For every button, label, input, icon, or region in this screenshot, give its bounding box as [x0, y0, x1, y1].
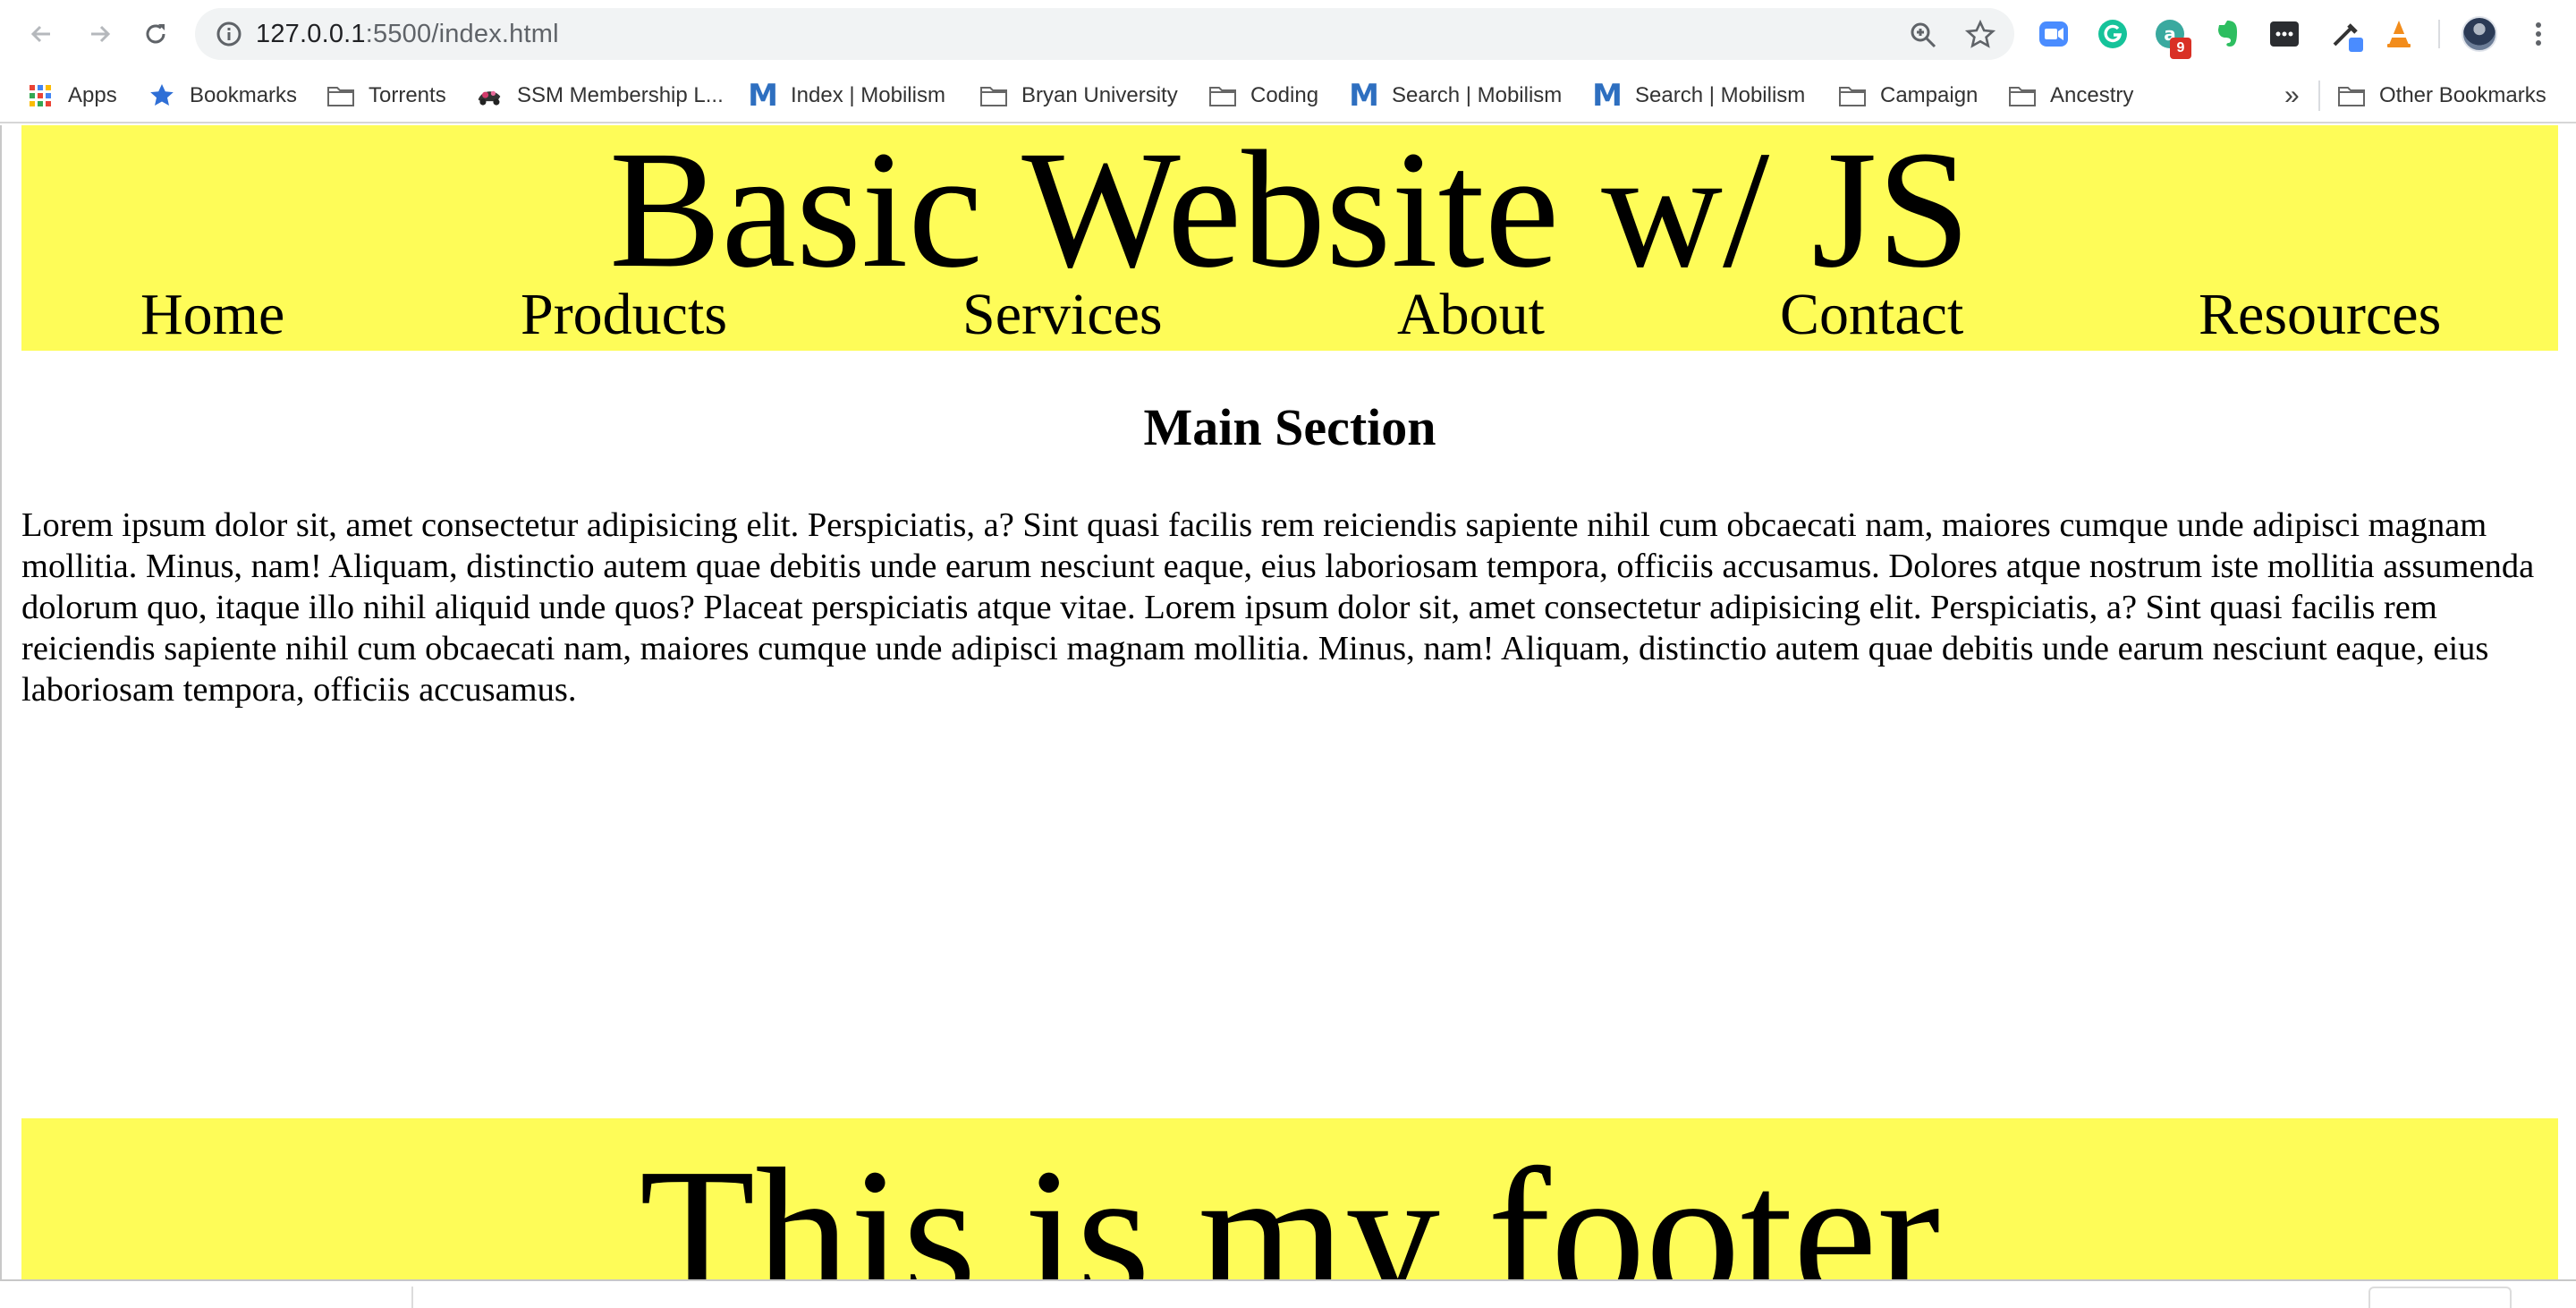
bookmark-star-icon[interactable]: [1964, 19, 1996, 51]
bookmark-label: Torrents: [369, 83, 446, 107]
bookmark-label: Coding: [1250, 83, 1319, 107]
site-title: Basic Website w/ JS: [609, 115, 1970, 302]
footer-text: This is my footer: [639, 1129, 1941, 1288]
status-divider: [411, 1287, 413, 1308]
nav-contact-link[interactable]: Contact: [1780, 281, 1963, 349]
mobilism-icon: M: [1592, 78, 1623, 114]
profile-avatar[interactable]: [2462, 16, 2497, 52]
folder-icon: [1839, 82, 1866, 109]
reload-icon[interactable]: [138, 16, 174, 52]
nav-products-link[interactable]: Products: [521, 281, 727, 349]
main-section-text: Lorem ipsum dolor sit, amet consectetur …: [21, 506, 2535, 709]
nav-home-link[interactable]: Home: [140, 281, 284, 349]
folder-icon: [1209, 82, 1236, 109]
bookmark-campaign[interactable]: Campaign: [1839, 70, 1978, 122]
main-section-heading: Main Section: [1143, 398, 1436, 456]
bookmark-label: Ancestry: [2050, 83, 2134, 107]
menu-icon[interactable]: [2521, 16, 2556, 52]
vlc-icon[interactable]: [2383, 18, 2415, 50]
bookmark-label: SSM Membership L...: [517, 83, 724, 107]
grammarly-icon[interactable]: [2097, 18, 2129, 50]
bookmark-index-mobilism[interactable]: M Index | Mobilism: [748, 70, 945, 122]
folder-icon: [327, 82, 354, 109]
toolbar-separator: [2438, 20, 2440, 48]
mobilism-icon: M: [748, 78, 778, 114]
folder-icon: [2338, 82, 2365, 109]
zoom-meeting-icon[interactable]: [2038, 18, 2070, 50]
bookmarks-separator: [2318, 81, 2320, 111]
evernote-icon[interactable]: [2211, 18, 2243, 50]
address-bar[interactable]: 127.0.0.1:5500/index.html: [195, 8, 2014, 60]
bookmarks-overflow-icon[interactable]: »: [2284, 70, 2300, 122]
bookmark-ancestry[interactable]: Ancestry: [2009, 70, 2133, 122]
bookmark-label: Bookmarks: [190, 83, 298, 107]
forward-icon[interactable]: [82, 16, 118, 52]
extension-badge: 9: [2170, 38, 2191, 59]
browser-toolbar: 127.0.0.1:5500/index.html a 9: [0, 0, 2576, 70]
site-icon: [476, 82, 503, 109]
zoom-icon[interactable]: [1907, 19, 1939, 51]
site-nav: Home Products Services About Contact Res…: [21, 281, 2558, 349]
bookmark-apps[interactable]: Apps: [27, 70, 117, 122]
nav-resources-link[interactable]: Resources: [2199, 281, 2441, 349]
bookmark-label: Other Bookmarks: [2379, 83, 2546, 107]
site-footer: This is my footer: [21, 1118, 2558, 1288]
site-header: Basic Website w/ JS Home Products Servic…: [21, 120, 2558, 351]
folder-icon: [980, 82, 1007, 109]
bookmark-search-mobilism[interactable]: M Search | Mobilism: [1349, 70, 1563, 122]
nav-services-link[interactable]: Services: [962, 281, 1163, 349]
bookmark-coding[interactable]: Coding: [1209, 70, 1318, 122]
status-panel: [2368, 1287, 2512, 1308]
status-bar: [0, 1279, 2576, 1308]
page-viewport: Basic Website w/ JS Home Products Servic…: [0, 120, 2576, 1288]
bookmark-bryan-university[interactable]: Bryan University: [980, 70, 1178, 122]
bookmark-label: Index | Mobilism: [791, 83, 945, 107]
bookmark-label: Search | Mobilism: [1635, 83, 1806, 107]
url-text[interactable]: 127.0.0.1:5500/index.html: [256, 8, 559, 60]
apps-grid-icon: [27, 82, 54, 109]
bookmark-label: Bryan University: [1021, 83, 1178, 107]
bookmark-ssm-membership[interactable]: SSM Membership L...: [476, 70, 724, 122]
bookmark-torrents[interactable]: Torrents: [327, 70, 446, 122]
bookmark-other-bookmarks[interactable]: Other Bookmarks: [2338, 70, 2546, 122]
mobilism-icon: M: [1349, 78, 1379, 114]
bookmark-label: Search | Mobilism: [1392, 83, 1563, 107]
more-extension-icon[interactable]: [2268, 18, 2301, 50]
bookmark-label: Campaign: [1880, 83, 1979, 107]
folder-icon: [2009, 82, 2036, 109]
eyedropper-icon[interactable]: [2329, 18, 2363, 52]
star-icon: [148, 82, 175, 109]
back-icon[interactable]: [23, 16, 59, 52]
nav-about-link[interactable]: About: [1397, 281, 1545, 349]
bookmark-bookmarks[interactable]: Bookmarks: [148, 70, 297, 122]
site-info-icon[interactable]: [213, 18, 245, 50]
bookmark-label: Apps: [68, 83, 117, 107]
bookmark-search-mobilism-2[interactable]: M Search | Mobilism: [1592, 70, 1806, 122]
